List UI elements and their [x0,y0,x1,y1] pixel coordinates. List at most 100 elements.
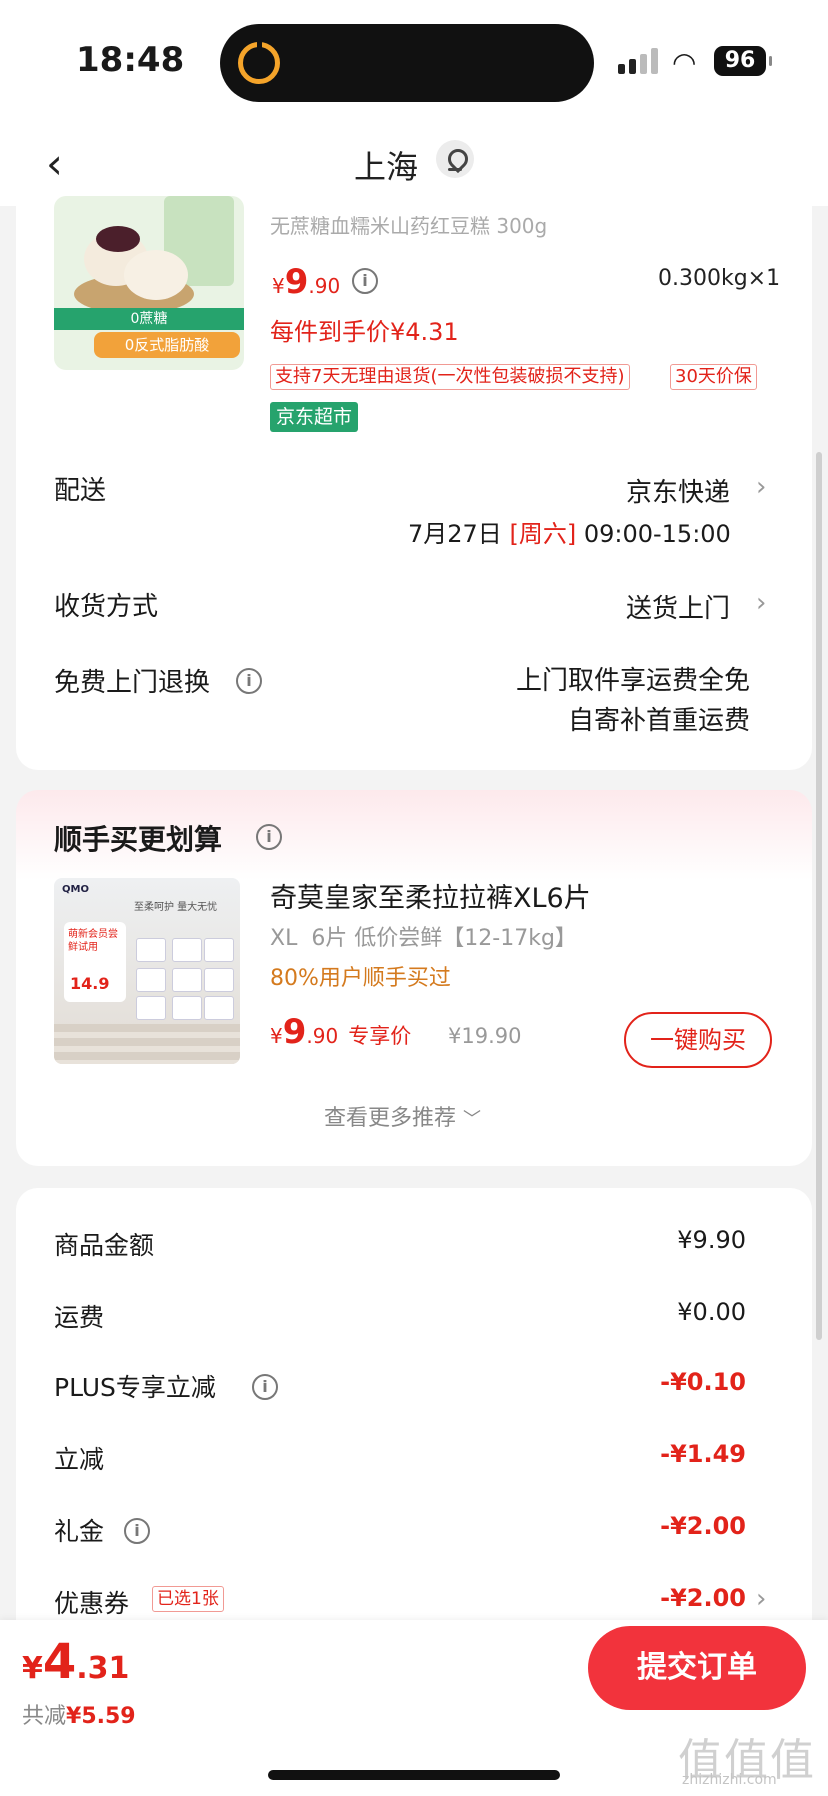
summary-label-goods: 商品金额 [54,1231,155,1260]
diaper-pack-image [136,938,166,962]
weight-quantity: 0.300kg×1 [658,266,781,291]
receive-method-value[interactable]: 送货上门 [626,588,730,625]
thumb-tag-no-trans-fat: 0反式脂肪酸 [94,332,240,358]
thumb-slogan: 至柔呵护 量大无忧 [134,902,218,913]
cake-image [124,250,188,300]
total-price: ¥4.31 [22,1634,129,1690]
price-decimal: .90 [306,1024,339,1048]
location-pin-icon[interactable] [436,140,474,178]
total-integer: 4 [42,1634,77,1690]
thumb-badge-card: 萌新会员尝鲜试用 14.9 [64,922,126,1002]
summary-value-discount: -¥1.49 [660,1440,746,1468]
total-currency: ¥ [22,1651,43,1686]
home-indicator[interactable] [268,1770,560,1780]
price-currency: ¥ [272,274,285,298]
diaper-pack-image [204,996,234,1020]
nav-bar: ‹ 上海 [0,122,828,206]
free-return-line2: 自寄补首重运费 [567,706,750,736]
price-info-icon[interactable]: i [352,268,378,294]
plus-info-icon[interactable]: i [252,1374,278,1400]
watermark-url: zhizhizhi.com [682,1772,777,1788]
store-tag: 京东超市 [270,402,359,432]
delivery-label: 配送 [54,476,107,506]
product-image[interactable]: 0蔗糖 0反式脂肪酸 [54,196,244,370]
submit-order-button[interactable]: 提交订单 [588,1626,806,1710]
thumb-badge-text: 萌新会员尝鲜试用 [68,929,118,953]
order-product-card: 0蔗糖 0反式脂肪酸 无蔗糖血糯米山药红豆糕 300g ¥9.90 i 0.30… [16,196,812,770]
chevron-down-icon: ﹀ [463,1109,482,1130]
price-integer: 9 [282,1012,307,1052]
recommend-product-image[interactable]: QMO 至柔呵护 量大无忧 萌新会员尝鲜试用 14.9 [54,878,240,1064]
delivery-weekday: [周六] [509,520,577,548]
dynamic-island [220,24,594,102]
coupon-selected-badge: 已选1张 [152,1586,224,1612]
recommend-price: ¥9.90 专享价 [270,1012,411,1052]
thumb-price: 14.9 [70,974,110,993]
product-name[interactable]: 无蔗糖血糯米山药红豆糕 300g [270,210,547,239]
price-integer: 9 [284,262,309,302]
diaper-pack-image [204,938,234,962]
wifi-icon: ◠ [672,46,697,79]
diaper-pack-image [172,938,202,962]
saved-value: ¥5.59 [66,1704,136,1729]
chevron-right-icon[interactable]: › [756,472,766,502]
summary-value-shipping: ¥0.00 [677,1298,746,1326]
status-time: 18:48 [76,40,185,80]
saved-label: 共减 [22,1704,67,1729]
diaper-pack-image [136,968,166,992]
delivery-carrier[interactable]: 京东快递 [626,472,730,509]
recommend-card: 顺手买更划算 i QMO 至柔呵护 量大无忧 萌新会员尝鲜试用 14.9 奇莫皇… [16,790,812,1166]
recommend-title: 顺手买更划算 [54,823,223,856]
recommend-item-name[interactable]: 奇莫皇家至柔拉拉裤XL6片 [270,876,591,915]
total-decimal: .31 [76,1651,130,1686]
thumb-brand: QMO [62,884,89,895]
bottom-checkout-bar: ¥4.31 共减¥5.59 提交订单 值值值 zhizhizhi.com [0,1620,828,1796]
original-price: ¥19.90 [448,1024,522,1048]
chevron-right-icon[interactable]: › [756,588,766,618]
red-bean-filling-image [96,226,140,252]
scrollbar[interactable] [816,452,822,1340]
delivery-date: 7月27日 [408,520,502,548]
chevron-right-icon[interactable]: › [756,1584,766,1614]
exclusive-price-tag: 专享价 [348,1024,412,1048]
summary-label-plus: PLUS专享立减 [54,1373,216,1402]
cellular-signal-icon [618,48,662,74]
price-decimal: .90 [308,274,341,298]
summary-value-gift: -¥2.00 [660,1512,746,1540]
status-bar: 18:48 ◠ 96 [0,0,828,122]
gift-info-icon[interactable]: i [124,1518,150,1544]
see-more-label: 查看更多推荐 [324,1106,457,1131]
price-summary-card: 商品金额 ¥9.90 运费 ¥0.00 PLUS专享立减 i -¥0.10 立减… [16,1188,812,1648]
delivery-time-range: 09:00-15:00 [583,520,731,548]
summary-label-gift: 礼金 [54,1517,105,1546]
one-click-buy-button[interactable]: 一键购买 [624,1012,772,1068]
recommend-item-spec: XL 6片 低价尝鲜【12-17kg】 [270,926,577,951]
total-saved[interactable]: 共减¥5.59 [22,1698,136,1730]
recommend-info-icon[interactable]: i [256,824,282,850]
delivery-time[interactable]: 7月27日 [周六] 09:00-15:00 [408,514,731,549]
diaper-pack-image [172,968,202,992]
receive-method-label: 收货方式 [54,592,159,622]
nav-title-city: 上海 [354,148,419,186]
thumb-tag-no-sugar: 0蔗糖 [54,308,244,330]
summary-value-goods: ¥9.90 [677,1226,746,1254]
recommend-item-hint: 80%用户顺手买过 [270,966,451,991]
stairs-image [54,1024,240,1064]
diaper-pack-image [136,996,166,1020]
see-more-recommend[interactable]: 查看更多推荐 ﹀ [324,1100,481,1132]
summary-value-coupon[interactable]: -¥2.00 [556,1584,746,1612]
free-return-line1: 上门取件享运费全免 [515,666,750,696]
summary-label-discount: 立减 [54,1445,105,1474]
summary-value-plus: -¥0.10 [660,1368,746,1396]
price-protect-tag: 30天价保 [670,364,757,390]
timer-icon [238,41,280,84]
free-return-info-icon[interactable]: i [236,668,262,694]
free-return-label: 免费上门退换 [54,668,211,698]
battery-icon: 96 [714,46,772,76]
summary-label-coupon[interactable]: 优惠券 [54,1584,129,1620]
unit-price-after-discount: 每件到手价¥4.31 [270,318,459,346]
back-icon[interactable]: ‹ [46,142,76,186]
summary-label-shipping: 运费 [54,1303,105,1332]
diaper-pack-image [172,996,202,1020]
price-currency: ¥ [270,1024,283,1048]
